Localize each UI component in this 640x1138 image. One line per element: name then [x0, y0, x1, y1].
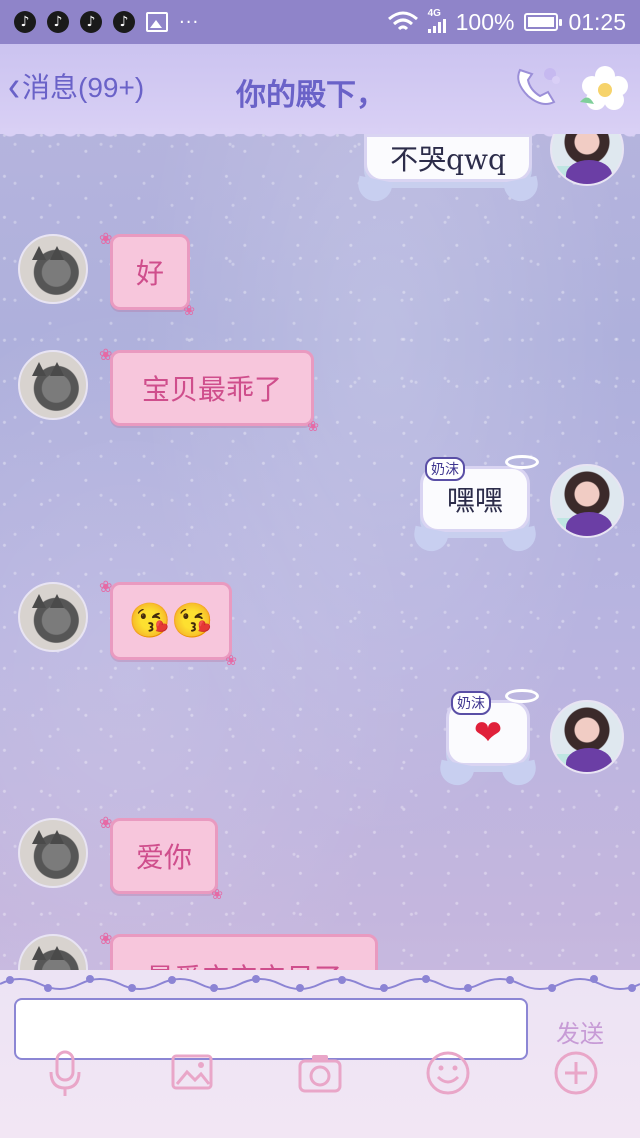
sender-tag: 奶沫: [451, 691, 491, 715]
microphone-icon[interactable]: [42, 1050, 88, 1096]
wing-decoration: [411, 525, 449, 555]
avatar-contact[interactable]: [18, 934, 88, 970]
message-text: 😘😘: [128, 601, 214, 641]
halo-decoration: [505, 455, 539, 469]
plus-icon[interactable]: [553, 1050, 599, 1096]
message-text: 宝贝最乖了: [141, 373, 282, 406]
avatar-self[interactable]: [550, 134, 624, 186]
image-notification-icon: [146, 12, 168, 32]
more-notifications-icon: ···: [179, 11, 200, 33]
avatar-contact[interactable]: [18, 234, 88, 304]
tiktok-icon: ♪: [80, 11, 102, 33]
avatar-contact[interactable]: [18, 582, 88, 652]
message-text: 不哭qwq: [390, 143, 506, 176]
message-text: 最爱宝宝宝贝了: [146, 957, 342, 970]
battery-icon: [524, 13, 563, 31]
message-text: 嘿嘿: [446, 484, 503, 517]
input-area: 发送: [0, 970, 640, 1138]
halo-decoration: [505, 689, 539, 703]
tiktok-icon: ♪: [47, 11, 69, 33]
wing-decoration: [355, 175, 393, 205]
message-bubble-received[interactable]: 😘😘: [99, 577, 237, 669]
tiktok-icon: ♪: [14, 11, 36, 33]
camera-icon[interactable]: [297, 1050, 343, 1096]
message-bubble-received[interactable]: 最爱宝宝宝贝了: [99, 929, 378, 970]
emoji-icon[interactable]: [425, 1050, 471, 1096]
message-text: ❤: [473, 713, 503, 753]
message-list[interactable]: 不哭qwq 好 宝贝最乖了 奶沫 嘿嘿 😘😘 奶沫 ❤ 爱你 最爱宝宝宝贝了: [0, 134, 640, 970]
message-bubble-received[interactable]: 好: [99, 229, 195, 319]
flower-profile-icon[interactable]: [578, 62, 632, 112]
message-bubble-received[interactable]: 宝贝最乖了: [99, 345, 319, 435]
wifi-icon: [387, 11, 418, 31]
back-button[interactable]: ‹ 消息(99+): [8, 60, 145, 110]
message-bubble-sent[interactable]: 奶沫 嘿嘿: [411, 455, 539, 555]
avatar-self[interactable]: [550, 464, 624, 538]
message-bubble-sent[interactable]: 不哭qwq: [355, 134, 541, 205]
image-icon[interactable]: [169, 1050, 215, 1096]
wing-decoration: [503, 175, 541, 205]
chat-title: 你的殿下，: [236, 78, 386, 113]
wing-decoration: [501, 525, 539, 555]
avatar-self[interactable]: [550, 700, 624, 774]
cellular-signal-icon: 4G: [427, 8, 446, 36]
status-bar: ♪ ♪ ♪ ♪ ··· 4G 100% 01:25: [0, 0, 640, 44]
avatar-contact[interactable]: [18, 818, 88, 888]
message-bubble-sent[interactable]: 奶沫 ❤: [437, 689, 539, 789]
message-text: 好: [135, 257, 164, 290]
sender-tag: 奶沫: [425, 457, 465, 481]
send-button[interactable]: 发送: [556, 1014, 604, 1049]
clock: 01:25: [568, 8, 626, 35]
battery-percent: 100%: [455, 8, 515, 35]
phone-call-icon[interactable]: [510, 62, 564, 112]
wing-decoration: [501, 759, 539, 789]
wing-decoration: [437, 759, 475, 789]
avatar-contact[interactable]: [18, 350, 88, 420]
message-text: 爱你: [135, 841, 192, 874]
message-bubble-received[interactable]: 爱你: [99, 813, 223, 903]
tiktok-icon: ♪: [113, 11, 135, 33]
vine-decoration: [0, 975, 640, 992]
chat-header: ‹ 消息(99+) 你的殿下，: [0, 44, 640, 140]
chevron-left-icon: ‹: [8, 60, 20, 110]
back-label: 消息(99+): [22, 72, 145, 103]
